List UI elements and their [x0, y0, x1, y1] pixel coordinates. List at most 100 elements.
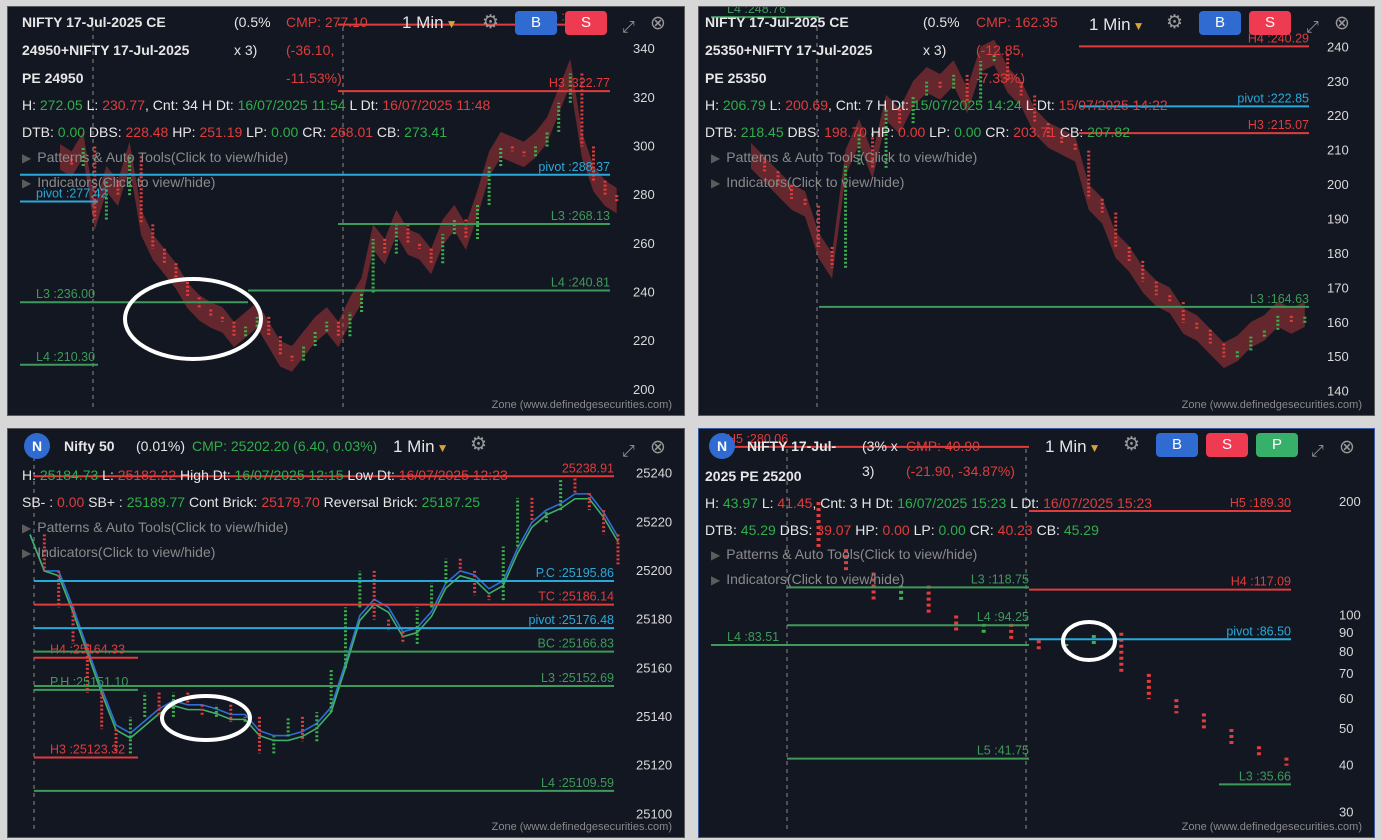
level-label: L5 :41.75 [977, 744, 1029, 758]
stat-segment: 16/07/2025 11:48 [382, 97, 491, 113]
chevron-down-icon: ▼ [445, 17, 458, 31]
indicators-toggle[interactable]: ▶ Indicators(Click to view/hide) [711, 174, 904, 190]
gear-icon[interactable]: ⚙ [1123, 435, 1140, 455]
expand-icon[interactable]: ⤢ [1311, 442, 1324, 462]
expand-icon[interactable]: ⤢ [1306, 18, 1319, 38]
stat-segment: 0.00 [57, 124, 86, 140]
stat-segment: 45.29 [740, 522, 776, 538]
y-tick-label: 25120 [636, 758, 672, 773]
stat-segment: 40.23 [997, 522, 1033, 538]
zone-watermark: Zone (www.definedgesecurities.com) [1181, 821, 1362, 833]
y-tick-label: 240 [1327, 39, 1349, 54]
instrument-title: PE 24950 [22, 70, 84, 86]
stats-row-1: H: 25184.73 L: 25182.22 High Dt: 16/07/2… [22, 467, 508, 483]
level-label: pivot :25176.48 [529, 613, 615, 627]
stat-segment: 251.19 [199, 124, 243, 140]
indicators-toggle[interactable]: ▶ Indicators(Click to view/hide) [22, 174, 215, 190]
instrument-title: NIFTY 17-Jul- [747, 438, 837, 454]
close-icon[interactable]: ⊗ [1339, 438, 1355, 458]
stat-segment: L: [757, 495, 778, 511]
timeframe-label: 1 Min [393, 437, 435, 456]
y-tick-label: 25160 [636, 660, 672, 675]
stat-segment: 15/07/2025 14:22 [1058, 97, 1168, 113]
stat-segment: LP: [909, 522, 939, 538]
level-label: TC :25186.14 [538, 590, 614, 604]
stat-segment: 39.07 [816, 522, 852, 538]
price-change: (-12.85, [976, 42, 1025, 58]
patterns-toggle[interactable]: ▶ Patterns & Auto Tools(Click to view/hid… [22, 149, 288, 165]
close-icon[interactable]: ⊗ [1334, 14, 1350, 34]
expand-icon[interactable]: ⤢ [622, 442, 635, 462]
instrument-title: 24950+NIFTY 17-Jul-2025 [22, 42, 190, 58]
stat-segment: 0.00 [954, 124, 982, 140]
level-label: pivot :86.50 [1226, 624, 1291, 638]
sell-button[interactable]: S [565, 11, 607, 35]
y-tick-label: 180 [1327, 246, 1349, 261]
gear-icon[interactable]: ⚙ [1166, 13, 1183, 33]
highlight-ellipse [160, 694, 252, 742]
indicators-toggle[interactable]: ▶ Indicators(Click to view/hide) [711, 571, 904, 587]
buy-button[interactable]: B [515, 11, 557, 35]
indicators-toggle[interactable]: ▶ Indicators(Click to view/hide) [22, 544, 215, 560]
timeframe-dropdown[interactable]: 1 Min ▼ [1089, 12, 1161, 38]
box-size: (0.01%) [136, 438, 186, 454]
chart-canvas[interactable]: 20010090807060504030H5 :280.06H5 :189.30… [699, 429, 1374, 837]
y-tick-label: 230 [1327, 74, 1349, 89]
instrument-title: 25350+NIFTY 17-Jul-2025 [705, 42, 873, 58]
gear-icon[interactable]: ⚙ [470, 435, 487, 455]
y-tick-label: 150 [1327, 349, 1349, 364]
y-tick-label: 25140 [636, 709, 672, 724]
stat-segment: H: [22, 97, 40, 113]
close-icon[interactable]: ⊗ [650, 438, 666, 458]
stat-segment: L Dt: [345, 97, 383, 113]
buy-button[interactable]: B [1156, 433, 1198, 457]
chart-canvas[interactable]: 25240 25220 25200 25180 25160 25140 25120 25100… [8, 429, 684, 837]
timeframe-label: 1 Min [1089, 15, 1131, 34]
stat-segment: L: [765, 97, 786, 113]
stat-segment: 16/07/2025 15:23 [1043, 495, 1153, 511]
stat-segment: SB- : [22, 494, 58, 510]
y-tick-label: 220 [633, 333, 655, 348]
timeframe-dropdown[interactable]: 1 Min ▼ [1045, 434, 1117, 460]
y-tick-label: 30 [1339, 805, 1353, 820]
expand-icon[interactable]: ⤢ [622, 18, 635, 38]
timeframe-dropdown[interactable]: 1 Min ▼ [393, 434, 465, 460]
chart-canvas[interactable]: 340320300280260240220200H4 :350.09H3 :32… [8, 7, 684, 415]
stats-row-1: H: 206.79 L: 200.69, Cnt: 7 H Dt: 15/07/… [705, 97, 1168, 113]
position-button[interactable]: P [1256, 433, 1298, 457]
cmp-value: CMP: 277.10 [286, 14, 368, 30]
y-tick-label: 280 [633, 187, 655, 202]
level-label: L3 :118.75 [971, 572, 1029, 586]
buy-button[interactable]: B [1199, 11, 1241, 35]
sell-button[interactable]: S [1206, 433, 1248, 457]
patterns-toggle[interactable]: ▶ Patterns & Auto Tools(Click to view/hid… [711, 149, 977, 165]
gear-icon[interactable]: ⚙ [482, 13, 499, 33]
stat-segment: DTB: [22, 124, 58, 140]
stat-segment: 200.69 [785, 97, 829, 113]
level-label: H3 :322.77 [549, 76, 610, 90]
patterns-label: Patterns & Auto Tools(Click to view/hide… [37, 149, 289, 165]
stat-segment: 25187.25 [421, 494, 481, 510]
patterns-toggle[interactable]: ▶ Patterns & Auto Tools(Click to view/hid… [711, 546, 977, 562]
stat-segment: CB: [1056, 124, 1088, 140]
level-label: L3 :236.00 [36, 287, 95, 301]
timeframe-dropdown[interactable]: 1 Min ▼ [402, 10, 474, 36]
y-tick-label: 25180 [636, 612, 672, 627]
y-tick-label: 70 [1339, 666, 1353, 681]
chart-canvas[interactable]: 240230220210200190180170160150140H4 :240… [699, 7, 1374, 415]
sell-button[interactable]: S [1249, 11, 1291, 35]
chart-panel-nifty-25350: 240 230 220 210 200 190 180 170 160 150 140 H4 :240… [698, 6, 1375, 416]
indicators-label: Indicators(Click to view/hide) [726, 174, 905, 190]
stat-segment: LP: [242, 124, 272, 140]
stats-row-1: H: 43.97 L: 41.45, Cnt: 3 H Dt: 16/07/20… [705, 495, 1152, 511]
stat-segment: 206.79 [722, 97, 766, 113]
stat-segment: , Cnt: 34 H Dt: [145, 97, 238, 113]
cmp-value: CMP: 25202.20 (6.40, 0.03%) [192, 438, 378, 454]
y-tick-label: 60 [1339, 691, 1353, 706]
patterns-toggle[interactable]: ▶ Patterns & Auto Tools(Click to view/hid… [22, 519, 288, 535]
stat-segment: LP: [925, 124, 955, 140]
stat-segment: 0.00 [271, 124, 299, 140]
nifty-logo-icon: N [24, 433, 50, 459]
play-icon: ▶ [22, 521, 32, 535]
close-icon[interactable]: ⊗ [650, 14, 666, 34]
